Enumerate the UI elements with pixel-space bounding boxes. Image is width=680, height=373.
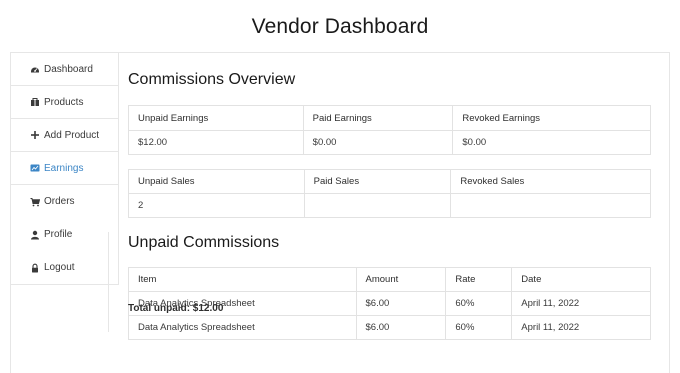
commissions-overview-heading: Commissions Overview [128,71,296,88]
header-revoked-sales: Revoked Sales [450,169,651,194]
table-header-row: Unpaid Earnings Paid Earnings Revoked Ea… [128,105,651,131]
products-icon [30,97,40,107]
page-title: Vendor Dashboard [251,15,429,38]
total-unpaid: Total unpaid: $12.00 [128,303,224,314]
rate-cell: 60% [445,315,513,340]
sidebar-item-profile[interactable]: Profile [11,218,119,251]
sidebar-item-label: Dashboard [44,63,93,75]
amount-cell: $6.00 [355,291,447,316]
sidebar-item-label: Orders [44,196,75,207]
sidebar-item-logout[interactable]: Logout [11,251,119,284]
revoked-earnings-value: $0.00 [452,130,651,155]
earnings-icon [30,163,40,173]
dashboard-icon [30,64,40,74]
item-cell: Data Analytics Spreadsheet [128,315,357,340]
lock-icon [30,263,40,273]
header-revoked-earnings: Revoked Earnings [452,105,651,131]
paid-sales-value [303,193,452,218]
header-paid-sales: Paid Sales [303,169,452,194]
table-header-row: Item Amount Rate Date [128,267,651,292]
date-cell: April 11, 2022 [511,315,651,340]
sidebar-item-products[interactable]: Products [11,86,119,119]
sidebar-item-add-product[interactable]: Add Product [11,119,119,152]
header-unpaid-earnings: Unpaid Earnings [128,105,304,131]
sidebar-item-dashboard[interactable]: Dashboard [11,53,119,86]
paid-earnings-value: $0.00 [302,130,454,155]
amount-cell: $6.00 [355,315,447,340]
header-date: Date [511,267,651,292]
content-divider [108,232,109,332]
sidebar-item-label: Logout [44,262,75,273]
unpaid-earnings-value: $12.00 [128,130,304,155]
header-rate: Rate [445,267,513,292]
revoked-sales-value [450,193,651,218]
sidebar-item-label: Add Product [44,129,100,141]
unpaid-commissions-heading: Unpaid Commissions [128,234,280,251]
sales-table: Unpaid Sales Paid Sales Revoked Sales 2 [128,169,651,218]
sidebar-item-earnings[interactable]: Earnings [11,152,119,185]
rate-cell: 60% [445,291,513,316]
header-paid-earnings: Paid Earnings [302,105,454,131]
header-item: Item [128,267,357,292]
sidebar-item-label: Earnings [44,162,84,174]
plus-icon [30,130,40,140]
cart-icon [30,197,40,207]
date-cell: April 11, 2022 [511,291,651,316]
unpaid-sales-value: 2 [128,193,305,218]
table-row: $12.00 $0.00 $0.00 [128,130,651,155]
earnings-table: Unpaid Earnings Paid Earnings Revoked Ea… [128,105,651,155]
sidebar-nav: Dashboard Products Add Product Earnings … [11,53,119,285]
user-icon [30,230,40,240]
table-header-row: Unpaid Sales Paid Sales Revoked Sales [128,169,651,194]
table-row: Data Analytics Spreadsheet $6.00 60% Apr… [128,315,651,340]
table-row: 2 [128,193,651,218]
sidebar-item-orders[interactable]: Orders [11,185,119,218]
sidebar-item-label: Profile [44,229,73,240]
sidebar-item-label: Products [44,96,84,108]
header-amount: Amount [355,267,447,292]
header-unpaid-sales: Unpaid Sales [128,169,305,194]
